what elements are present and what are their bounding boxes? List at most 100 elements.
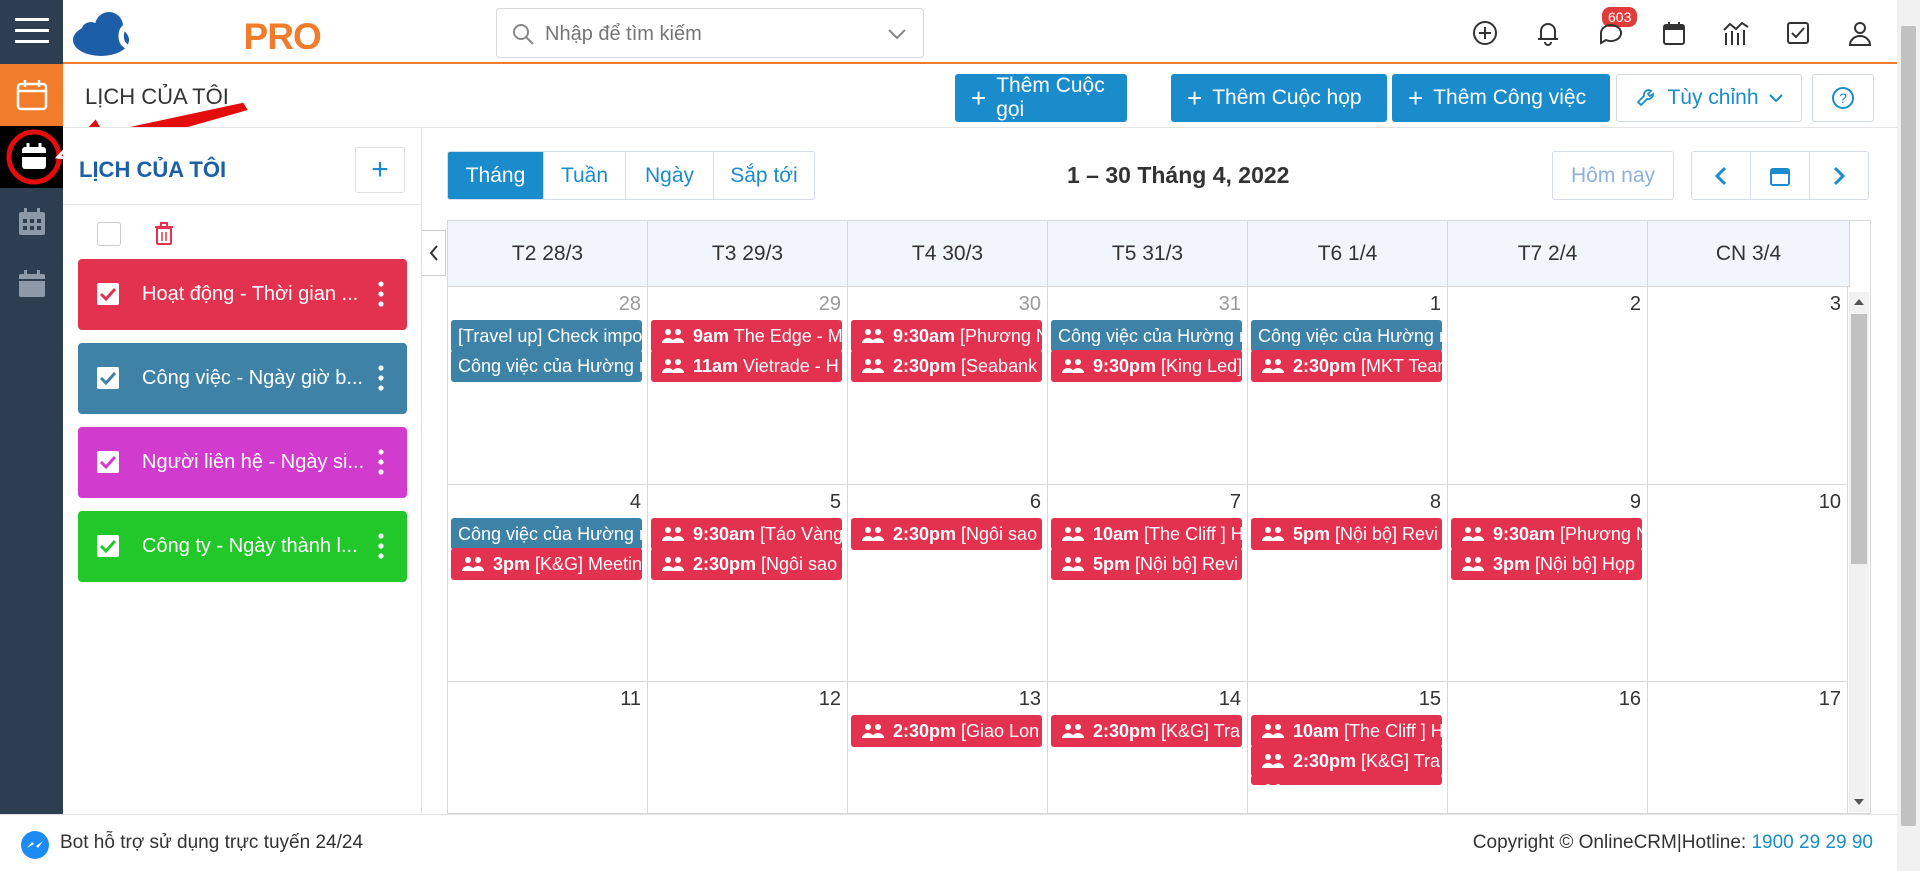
add-circle-icon[interactable] [1470,18,1500,48]
task-event[interactable]: Công việc của Hường n [1251,320,1442,352]
meeting-event[interactable]: 2:30pm [Giao Lon [851,715,1042,747]
day-number[interactable]: 17 [1819,688,1841,711]
day-number[interactable]: 10 [1819,491,1841,514]
user-profile-icon[interactable] [1845,18,1875,48]
meeting-event[interactable]: 10am [The Cliff ] H [1251,715,1442,747]
day-number[interactable]: 9 [1630,491,1641,514]
customize-button[interactable]: Tùy chỉnh [1616,74,1802,122]
more-options-icon[interactable] [378,449,384,475]
collapse-sidebar-button[interactable] [422,230,446,276]
calendar-scrollbar[interactable] [1849,292,1869,812]
calendar-icon[interactable] [1659,18,1689,48]
bot-support-text[interactable]: Bot hỗ trợ sử dụng trực tuyến 24/24 [60,832,363,854]
day-number[interactable]: 7 [1230,491,1241,514]
calendar-checkbox[interactable] [97,535,119,557]
day-cell[interactable]: 16 [1448,682,1648,813]
day-number[interactable]: 12 [819,688,841,711]
more-options-icon[interactable] [378,533,384,559]
day-number[interactable]: 16 [1619,688,1641,711]
day-number[interactable]: 2 [1630,293,1641,316]
meeting-event[interactable]: 3pm [K&G] Meetin [451,548,642,580]
day-cell[interactable]: 11 [448,682,648,813]
search-input[interactable] [545,21,875,47]
day-number[interactable]: 11 [620,688,641,711]
page-scrollbar-thumb[interactable] [1901,26,1916,826]
more-options-icon[interactable] [378,365,384,391]
task-check-icon[interactable] [1783,18,1813,48]
day-cell[interactable]: 15 10am [The Cliff ] H 2:30pm [K&G] Tra [1248,682,1448,813]
day-cell[interactable]: 10 [1648,485,1848,682]
scrollbar-thumb[interactable] [1851,314,1867,564]
calendar-item[interactable]: Công ty - Ngày thành l... [78,511,407,582]
messenger-icon[interactable] [20,830,50,860]
task-event[interactable]: Công việc của Hường n [1051,320,1242,352]
task-event[interactable]: Công việc của Hường n [451,518,642,550]
day-cell[interactable]: 2 [1448,287,1648,485]
day-cell[interactable]: 8 5pm [Nội bộ] Revi [1248,485,1448,682]
meeting-event[interactable]: 9:30am [Phương N [851,320,1042,352]
day-number[interactable]: 13 [1019,688,1041,711]
meeting-event[interactable]: 5pm [Nội bộ] Revi [1251,518,1442,550]
meeting-event[interactable]: 2:30pm [MKT Tean [1251,350,1442,382]
more-options-icon[interactable] [378,281,384,307]
day-cell[interactable]: 17 [1648,682,1848,813]
hotline-link[interactable]: 1900 29 29 90 [1751,832,1873,853]
day-cell[interactable]: 5 9:30am [Táo Vàng] 2:30pm [Ngôi sao [648,485,848,682]
meeting-event[interactable]: 9:30am [Táo Vàng] [651,518,842,550]
calendar-checkbox[interactable] [97,451,119,473]
next-button[interactable] [1809,151,1869,200]
meeting-event[interactable]: 2:30pm [Seabank [851,350,1042,382]
page-scrollbar[interactable] [1897,0,1920,871]
chevron-down-icon[interactable] [887,27,907,41]
add-meeting-button[interactable]: + Thêm Cuộc họp [1171,74,1387,122]
calendar-checkbox[interactable] [97,367,119,389]
meeting-event[interactable] [1251,775,1442,785]
calendar-checkbox[interactable] [97,283,119,305]
day-cell[interactable]: 7 10am [The Cliff ] H 5pm [Nội bộ] Revi [1048,485,1248,682]
meeting-event[interactable]: 9:30am [Phương N [1451,518,1642,550]
select-all-checkbox[interactable] [97,222,121,246]
day-number[interactable]: 28 [619,293,641,316]
day-number[interactable]: 5 [830,491,841,514]
day-number[interactable]: 1 [1430,293,1441,316]
day-number[interactable]: 6 [1030,491,1041,514]
day-cell[interactable]: 28 [Travel up] Check impor Công việc của H… [448,287,648,485]
scroll-up-icon[interactable] [1853,298,1865,306]
day-number[interactable]: 30 [1019,293,1041,316]
view-week-tab[interactable]: Tuần [544,152,626,199]
meeting-event[interactable]: 10am [The Cliff ] H [1051,518,1242,550]
meeting-event[interactable]: 11am Vietrade - H [651,350,842,382]
day-cell[interactable]: 6 2:30pm [Ngôi sao [848,485,1048,682]
meeting-event[interactable]: 2:30pm [K&G] Tra [1251,745,1442,777]
day-number[interactable]: 15 [1419,688,1441,711]
task-event[interactable]: [Travel up] Check impor [451,320,642,352]
global-search[interactable] [496,8,924,58]
day-cell[interactable]: 12 [648,682,848,813]
hamburger-menu-button[interactable] [0,0,63,62]
day-number[interactable]: 4 [630,491,641,514]
day-cell[interactable]: 29 9am The Edge - M 11am Vietrade - H [648,287,848,485]
calendar-item[interactable]: Người liên hệ - Ngày si... [78,427,407,498]
view-month-tab[interactable]: Tháng [448,152,544,199]
calendar-item[interactable]: Công việc - Ngày giờ b... [78,343,407,414]
task-event[interactable]: Công việc của Hường n [451,350,642,382]
rail-calendar-other[interactable] [0,254,63,314]
trash-icon[interactable] [153,222,175,246]
day-cell[interactable]: 1 Công việc của Hường n 2:30pm [MKT Tean [1248,287,1448,485]
day-cell[interactable]: 14 2:30pm [K&G] Tra [1048,682,1248,813]
bell-icon[interactable] [1533,18,1563,48]
scroll-down-icon[interactable] [1853,798,1865,806]
day-number[interactable]: 29 [819,293,841,316]
meeting-event[interactable]: 9am The Edge - M [651,320,842,352]
day-cell[interactable]: 30 9:30am [Phương N 2:30pm [Seabank [848,287,1048,485]
prev-button[interactable] [1691,151,1751,200]
help-button[interactable]: ? [1812,74,1874,122]
meeting-event[interactable]: 9:30pm [King Led] [1051,350,1242,382]
date-picker-button[interactable] [1750,151,1810,200]
day-cell[interactable]: 9 9:30am [Phương N 3pm [Nội bộ] Họp [1448,485,1648,682]
meeting-event[interactable]: 3pm [Nội bộ] Họp [1451,548,1642,580]
add-calendar-button[interactable]: + [355,147,405,193]
day-cell[interactable]: 4 Công việc của Hường n 3pm [K&G] Meetin [448,485,648,682]
add-call-button[interactable]: + Thêm Cuộc gọi [955,74,1127,122]
meeting-event[interactable]: 2:30pm [Ngôi sao [651,548,842,580]
